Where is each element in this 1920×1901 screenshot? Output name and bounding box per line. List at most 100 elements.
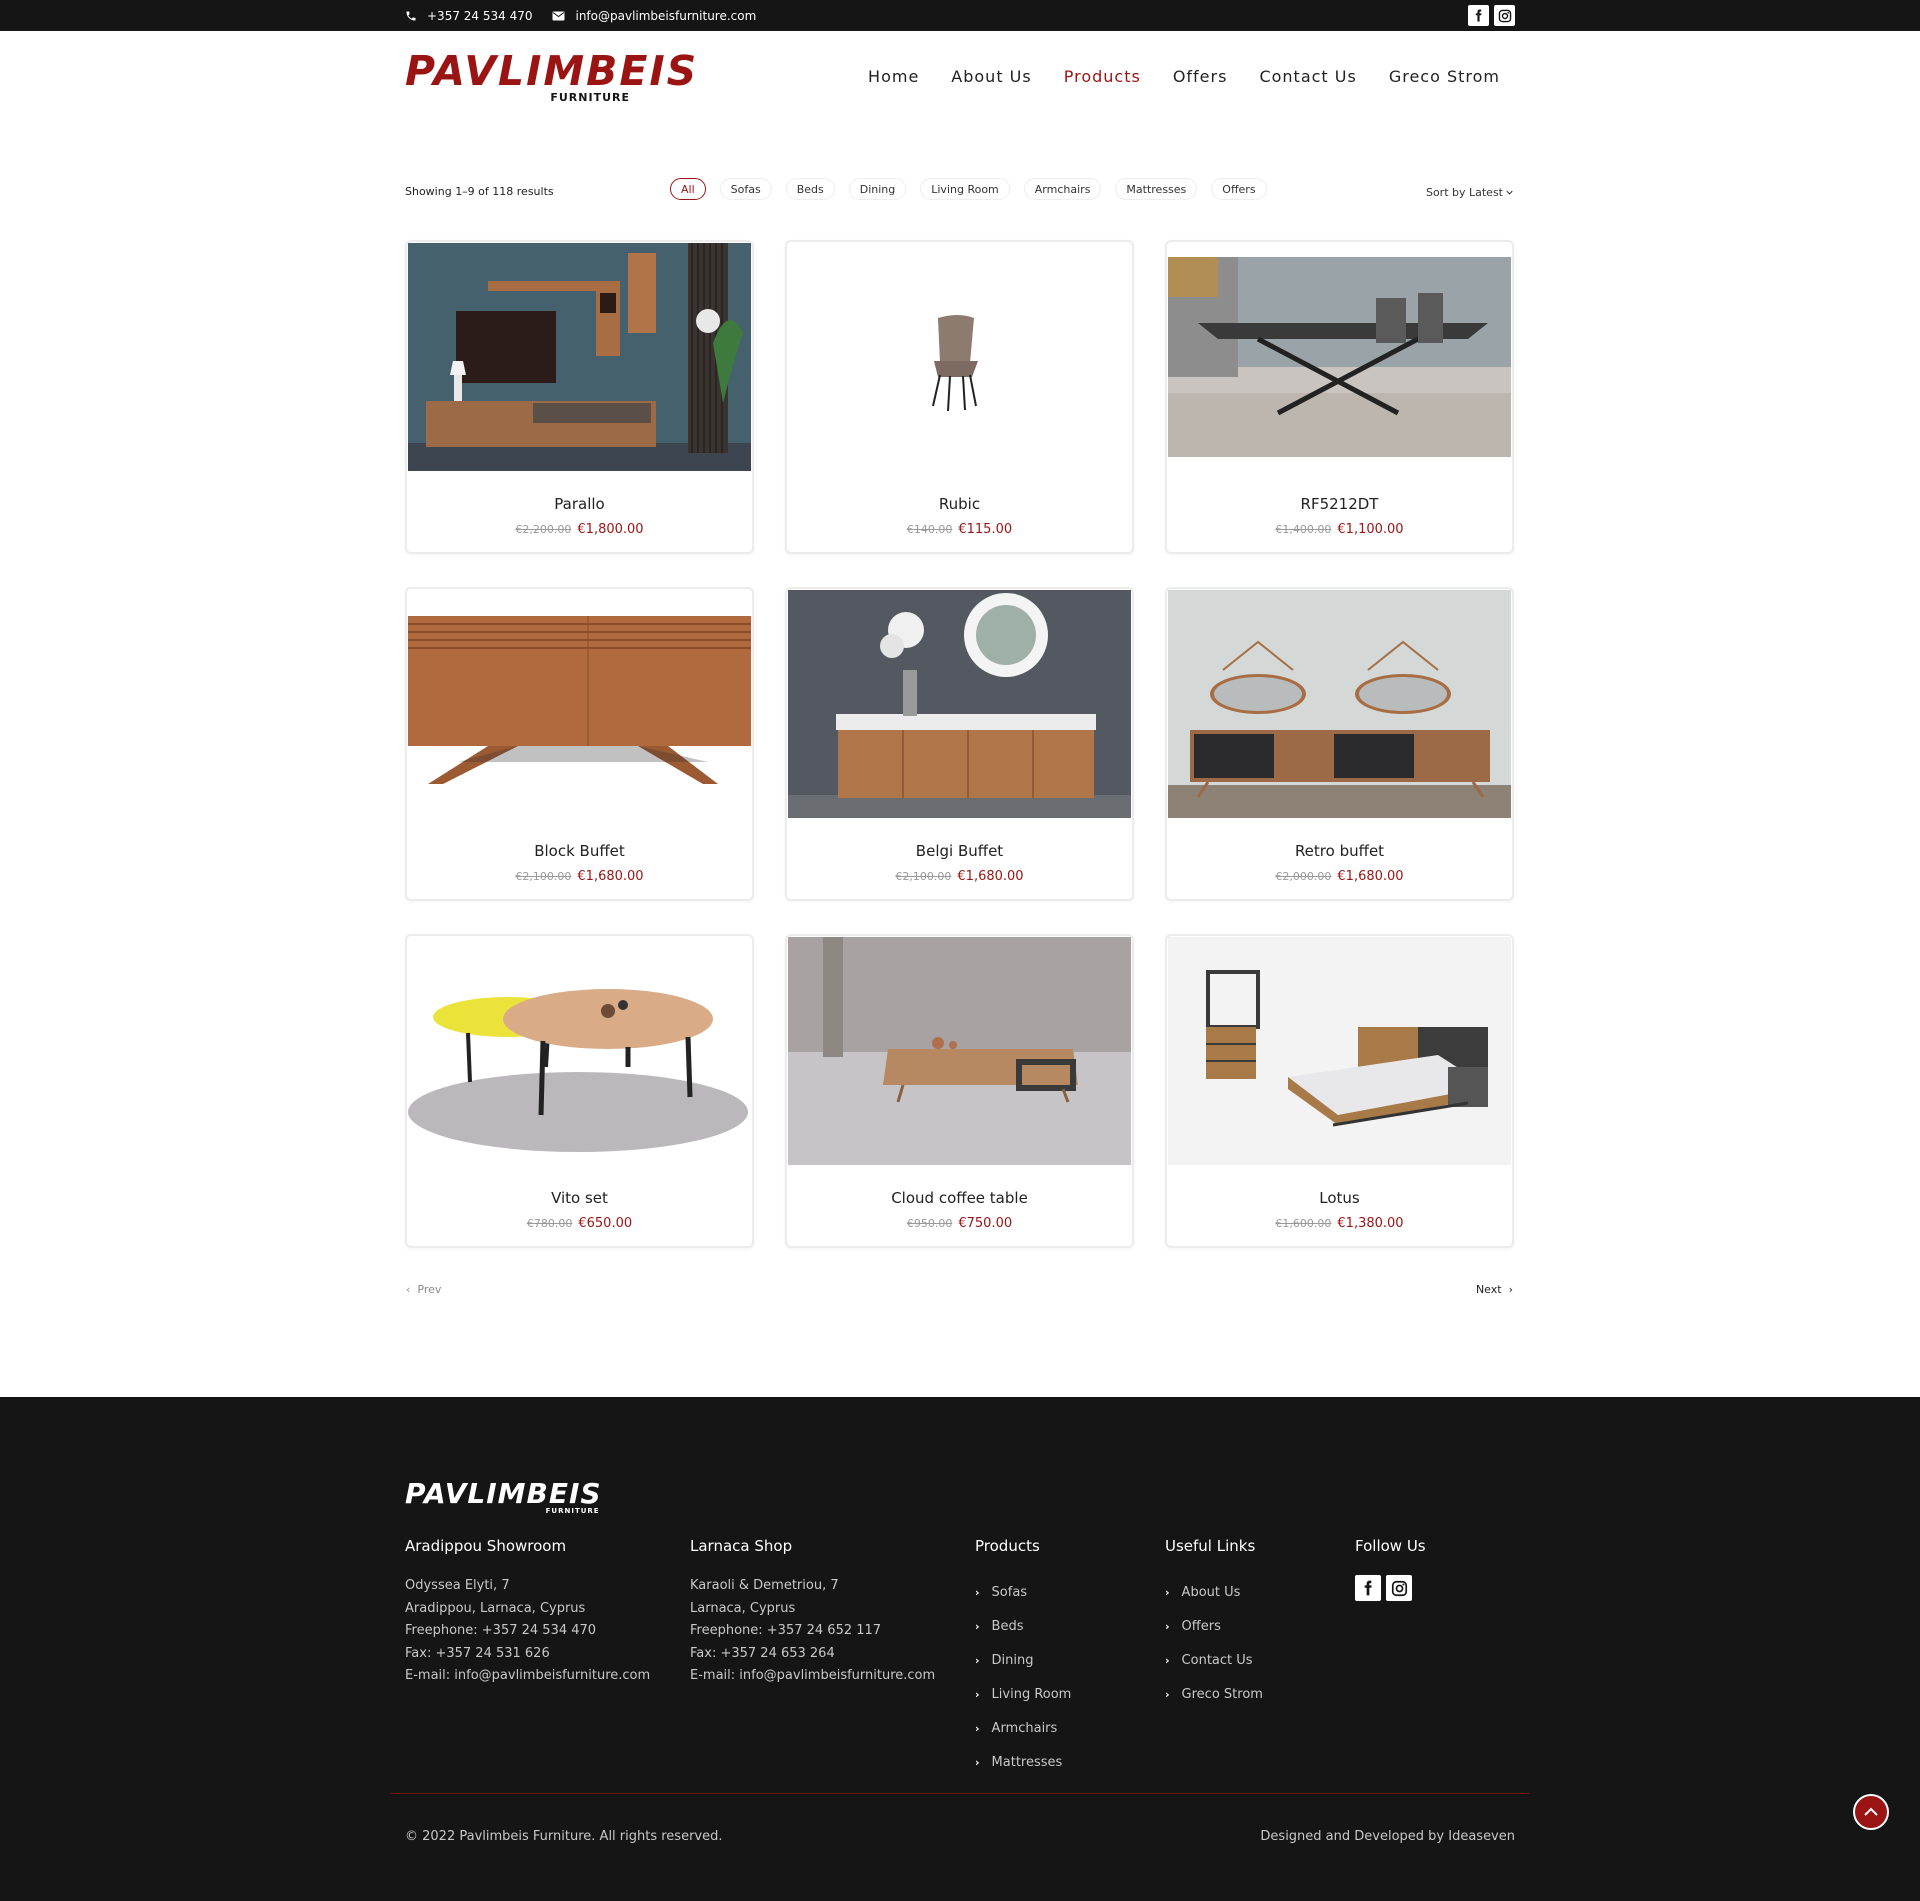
footer-link-living-room[interactable]: › Living Room: [975, 1677, 1071, 1711]
next-label: Next: [1475, 1283, 1502, 1296]
footer-link-label: Mattresses: [991, 1754, 1063, 1770]
nav-greco-strom[interactable]: Greco Strom: [1389, 67, 1500, 86]
filter-offers[interactable]: Offers: [1211, 178, 1267, 200]
chevron-right-icon: ›: [975, 1619, 980, 1633]
product-card[interactable]: Block Buffet €2,100.00 €1,680.00: [405, 587, 754, 901]
nav-about-us[interactable]: About Us: [951, 67, 1031, 86]
old-price: €1,600.00: [1275, 1217, 1332, 1230]
product-name[interactable]: Block Buffet: [407, 842, 752, 860]
footer-link-offers[interactable]: › Offers: [1165, 1609, 1263, 1643]
footer-link-label: Armchairs: [991, 1720, 1058, 1736]
footer-link-dining[interactable]: › Dining: [975, 1643, 1071, 1677]
product-image[interactable]: [1168, 937, 1511, 1165]
filter-living-room[interactable]: Living Room: [920, 178, 1010, 200]
product-card[interactable]: Parallo €2,200.00 €1,800.00: [405, 240, 754, 554]
product-prices: €1,400.00 €1,100.00: [1167, 522, 1512, 537]
footer-products: Products › Sofas › Beds › Dining › Living Ro…: [975, 1537, 1071, 1779]
chevron-down-icon: [1506, 190, 1513, 195]
footer-logo-main: PAVLIMBEIS: [405, 1477, 602, 1510]
showroom-line: E-mail: info@pavlimbeisfurniture.com: [405, 1668, 651, 1683]
footer-link-sofas[interactable]: › Sofas: [975, 1575, 1071, 1609]
product-card[interactable]: Retro buffet €2,000.00 €1,680.00: [1165, 587, 1514, 901]
topbar-email-text: info@pavlimbeisfurniture.com: [575, 8, 757, 23]
instagram-icon[interactable]: [1386, 1575, 1412, 1601]
product-prices: €2,000.00 €1,680.00: [1167, 869, 1512, 884]
footer-link-contact-us[interactable]: › Contact Us: [1165, 1643, 1263, 1677]
shop-line: Fax: +357 24 653 264: [690, 1645, 835, 1661]
sale-price: €1,800.00: [577, 522, 644, 537]
footer-logo[interactable]: PAVLIMBEIS FURNITURE: [405, 1477, 602, 1516]
product-image[interactable]: [1168, 590, 1511, 818]
instagram-icon[interactable]: [1494, 5, 1515, 26]
product-image[interactable]: [1168, 243, 1511, 471]
footer-link-label: About Us: [1181, 1584, 1241, 1600]
product-image[interactable]: [788, 937, 1131, 1165]
filter-mattresses[interactable]: Mattresses: [1115, 178, 1198, 200]
shop-line: E-mail: info@pavlimbeisfurniture.com: [690, 1668, 936, 1683]
footer-link-label: Living Room: [991, 1686, 1072, 1702]
sort-dropdown[interactable]: Sort by Latest: [1426, 186, 1513, 199]
footer-link-mattresses[interactable]: › Mattresses: [975, 1745, 1071, 1779]
pagination-next[interactable]: Next ›: [1476, 1283, 1513, 1296]
product-prices: €950.00 €750.00: [787, 1216, 1132, 1231]
product-name[interactable]: Parallo: [407, 495, 752, 513]
footer-link-about-us[interactable]: › About Us: [1165, 1575, 1263, 1609]
product-prices: €1,600.00 €1,380.00: [1167, 1216, 1512, 1231]
product-name[interactable]: Retro buffet: [1167, 842, 1512, 860]
old-price: €2,100.00: [515, 870, 572, 883]
sale-price: €1,680.00: [1337, 869, 1404, 884]
showroom-line: Aradippou, Larnaca, Cyprus: [405, 1600, 586, 1616]
old-price: €780.00: [526, 1217, 573, 1230]
nav-offers[interactable]: Offers: [1173, 67, 1228, 86]
nav-products[interactable]: Products: [1064, 67, 1141, 86]
pagination-prev[interactable]: ‹ Prev: [406, 1283, 441, 1296]
filter-beds[interactable]: Beds: [785, 178, 835, 200]
product-image[interactable]: [408, 590, 751, 818]
footer-link-greco-strom[interactable]: › Greco Strom: [1165, 1677, 1263, 1711]
filter-all[interactable]: All: [670, 178, 706, 200]
scroll-to-top-button[interactable]: [1853, 1794, 1889, 1830]
product-name[interactable]: RF5212DT: [1167, 495, 1512, 513]
sale-price: €1,100.00: [1337, 522, 1404, 537]
footer-link-armchairs[interactable]: › Armchairs: [975, 1711, 1071, 1745]
facebook-icon[interactable]: [1355, 1575, 1381, 1601]
footer-credit[interactable]: Designed and Developed by Ideaseven: [1260, 1829, 1515, 1844]
nav-contact-us[interactable]: Contact Us: [1259, 67, 1356, 86]
sale-price: €750.00: [958, 1216, 1013, 1231]
product-name[interactable]: Rubic: [787, 495, 1132, 513]
product-card[interactable]: Lotus €1,600.00 €1,380.00: [1165, 934, 1514, 1248]
product-card[interactable]: Cloud coffee table €950.00 €750.00: [785, 934, 1134, 1248]
product-name[interactable]: Vito set: [407, 1189, 752, 1207]
product-image[interactable]: [788, 243, 1131, 471]
results-count: Showing 1–9 of 118 results: [405, 185, 554, 198]
filter-dining[interactable]: Dining: [848, 178, 907, 200]
shop-line: Karaoli & Demetriou, 7: [690, 1578, 839, 1593]
product-card[interactable]: Rubic €140.00 €115.00: [785, 240, 1134, 554]
product-image[interactable]: [408, 243, 751, 471]
category-filters: All Sofas Beds Dining Living Room Armcha…: [670, 178, 1267, 200]
useful-links-title: Useful Links: [1165, 1537, 1256, 1555]
product-name[interactable]: Cloud coffee table: [787, 1189, 1132, 1207]
topbar-phone[interactable]: +357 24 534 470: [405, 9, 532, 23]
product-card[interactable]: RF5212DT €1,400.00 €1,100.00: [1165, 240, 1514, 554]
old-price: €2,200.00: [515, 523, 572, 536]
product-name[interactable]: Lotus: [1167, 1189, 1512, 1207]
footer-link-label: Sofas: [991, 1584, 1028, 1600]
filter-sofas[interactable]: Sofas: [719, 178, 772, 200]
facebook-icon[interactable]: [1468, 5, 1489, 26]
topbar-email[interactable]: info@pavlimbeisfurniture.com: [552, 9, 756, 23]
product-prices: €140.00 €115.00: [787, 522, 1132, 537]
sale-price: €1,680.00: [957, 869, 1024, 884]
old-price: €2,100.00: [895, 870, 952, 883]
nav-home[interactable]: Home: [868, 67, 919, 86]
site-logo[interactable]: PAVLIMBEIS FURNITURE: [405, 49, 696, 109]
product-name[interactable]: Belgi Buffet: [787, 842, 1132, 860]
footer-link-beds[interactable]: › Beds: [975, 1609, 1071, 1643]
filter-armchairs[interactable]: Armchairs: [1023, 178, 1102, 200]
sale-price: €115.00: [958, 522, 1013, 537]
product-image[interactable]: [408, 937, 751, 1165]
product-card[interactable]: Vito set €780.00 €650.00: [405, 934, 754, 1248]
phone-icon: [406, 11, 416, 20]
product-image[interactable]: [788, 590, 1131, 818]
product-card[interactable]: Belgi Buffet €2,100.00 €1,680.00: [785, 587, 1134, 901]
